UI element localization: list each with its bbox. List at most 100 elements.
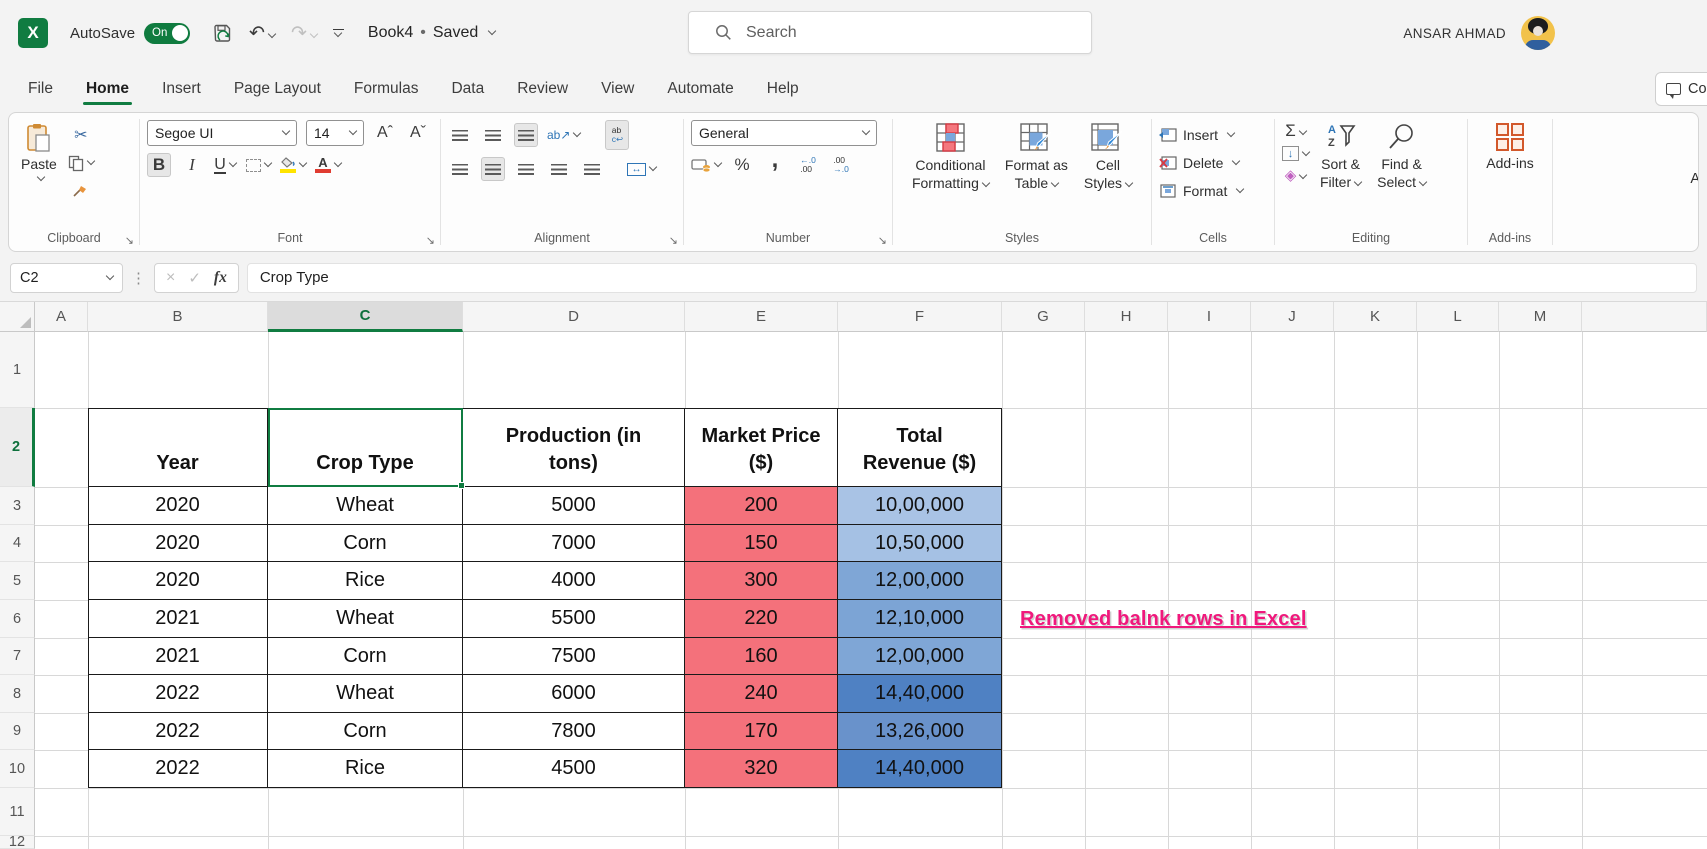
table-cell[interactable]: 10,00,000 (838, 487, 1002, 525)
customize-toolbar-button[interactable] (332, 28, 344, 38)
table-cell[interactable]: 2022 (88, 750, 268, 788)
accounting-format-button[interactable] (691, 153, 723, 177)
excel-app-icon[interactable]: X (18, 18, 48, 48)
font-color-button[interactable]: A (315, 153, 343, 177)
select-all-corner[interactable] (0, 302, 35, 332)
row-header-4[interactable]: 4 (0, 525, 35, 562)
enter-icon[interactable]: ✓ (188, 269, 201, 287)
table-cell[interactable]: 12,00,000 (838, 638, 1002, 675)
paste-button[interactable]: Paste (16, 120, 62, 203)
tab-automate[interactable]: Automate (666, 69, 734, 109)
table-cell[interactable]: 300 (685, 562, 838, 600)
table-cell[interactable]: 200 (685, 487, 838, 525)
column-header-L[interactable]: L (1417, 302, 1499, 332)
table-cell[interactable]: 2021 (88, 638, 268, 675)
avatar[interactable] (1521, 16, 1555, 50)
table-header-cell[interactable]: Production (in tons) (463, 408, 685, 487)
autosave-toggle[interactable]: On (144, 22, 191, 44)
table-cell[interactable]: Rice (268, 562, 463, 600)
column-header-A[interactable]: A (35, 302, 88, 332)
number-dialog-launcher[interactable]: ↘ (878, 234, 887, 247)
format-painter-button[interactable] (69, 179, 93, 203)
table-cell[interactable]: 5000 (463, 487, 685, 525)
table-cell[interactable]: 2020 (88, 525, 268, 562)
search-bar[interactable]: Search (688, 11, 1092, 54)
table-cell[interactable]: 7800 (463, 713, 685, 750)
table-cell[interactable]: 150 (685, 525, 838, 562)
table-cell[interactable]: 2021 (88, 600, 268, 638)
format-cells-button[interactable]: Format (1159, 178, 1267, 203)
alignment-dialog-launcher[interactable]: ↘ (669, 234, 678, 247)
tab-data[interactable]: Data (450, 69, 485, 109)
find-select-button[interactable]: Find & Select (1372, 120, 1431, 193)
column-header-M[interactable]: M (1499, 302, 1582, 332)
percent-style-button[interactable]: % (730, 153, 754, 177)
addins-button[interactable]: Add-ins (1481, 120, 1538, 174)
table-cell[interactable]: 12,00,000 (838, 562, 1002, 600)
tab-formulas[interactable]: Formulas (353, 69, 420, 109)
table-cell[interactable]: Wheat (268, 675, 463, 713)
table-cell[interactable]: Corn (268, 525, 463, 562)
row-header-5[interactable]: 5 (0, 562, 35, 600)
column-header-C[interactable]: C (268, 302, 463, 332)
orientation-button[interactable]: ab↗ (547, 123, 582, 147)
insert-function-button[interactable]: fx (214, 269, 227, 287)
format-as-table-button[interactable]: Format as Table (1000, 120, 1073, 194)
table-cell[interactable]: 170 (685, 713, 838, 750)
tab-help[interactable]: Help (766, 69, 800, 109)
conditional-formatting-button[interactable]: Conditional Formatting (907, 120, 994, 194)
table-cell[interactable]: 2020 (88, 487, 268, 525)
row-header-8[interactable]: 8 (0, 675, 35, 713)
table-header-cell[interactable]: Crop Type (268, 408, 463, 487)
name-box-resizer[interactable]: ⋮ (131, 269, 146, 287)
fill-color-button[interactable] (280, 153, 308, 177)
table-cell[interactable]: 2022 (88, 675, 268, 713)
row-header-12[interactable]: 12 (0, 834, 35, 849)
formula-input[interactable]: Crop Type (246, 262, 1697, 293)
top-align-button[interactable] (448, 123, 472, 147)
clipboard-dialog-launcher[interactable]: ↘ (125, 234, 134, 247)
bottom-align-button[interactable] (514, 123, 538, 147)
copy-button[interactable] (68, 151, 96, 175)
bold-button[interactable]: B (147, 153, 171, 177)
cut-button[interactable]: ✂ (69, 123, 93, 147)
column-header-G[interactable]: G (1002, 302, 1085, 332)
wrap-text-button[interactable]: ab c↩ (605, 120, 630, 150)
merge-center-button[interactable]: ↔ (627, 157, 658, 181)
column-header-J[interactable]: J (1251, 302, 1334, 332)
table-cell[interactable]: Corn (268, 713, 463, 750)
table-header-cell[interactable]: Total Revenue ($) (838, 408, 1002, 487)
table-cell[interactable]: 220 (685, 600, 838, 638)
table-cell[interactable]: 240 (685, 675, 838, 713)
table-cell[interactable]: 10,50,000 (838, 525, 1002, 562)
align-left-button[interactable] (448, 157, 472, 181)
table-cell[interactable]: 7500 (463, 638, 685, 675)
column-header-K[interactable]: K (1334, 302, 1417, 332)
tab-review[interactable]: Review (516, 69, 569, 109)
align-center-button[interactable] (481, 157, 505, 181)
table-cell[interactable]: Wheat (268, 600, 463, 638)
font-dialog-launcher[interactable]: ↘ (426, 234, 435, 247)
table-cell[interactable]: Wheat (268, 487, 463, 525)
column-header-H[interactable]: H (1085, 302, 1168, 332)
increase-decimal-button[interactable]: ←.0.00 (796, 153, 820, 177)
row-header-7[interactable]: 7 (0, 638, 35, 675)
table-cell[interactable]: 14,40,000 (838, 750, 1002, 788)
table-cell[interactable]: 7000 (463, 525, 685, 562)
table-cell[interactable]: 14,40,000 (838, 675, 1002, 713)
table-header-cell[interactable]: Market Price ($) (685, 408, 838, 487)
table-cell[interactable]: Corn (268, 638, 463, 675)
tab-file[interactable]: File (27, 69, 54, 109)
tab-home[interactable]: Home (82, 69, 133, 109)
cell-styles-button[interactable]: Cell Styles (1079, 120, 1137, 194)
document-title[interactable]: Book4 • Saved (368, 24, 497, 42)
save-icon[interactable] (212, 23, 233, 44)
analyze-button-partial[interactable]: A (1690, 171, 1698, 187)
redo-button[interactable]: ↷ (291, 22, 319, 45)
table-cell[interactable]: Rice (268, 750, 463, 788)
table-cell[interactable]: 320 (685, 750, 838, 788)
align-right-button[interactable] (514, 157, 538, 181)
font-size-select[interactable]: 14 (306, 120, 364, 146)
row-header-6[interactable]: 6 (0, 600, 35, 638)
table-cell[interactable]: 4000 (463, 562, 685, 600)
